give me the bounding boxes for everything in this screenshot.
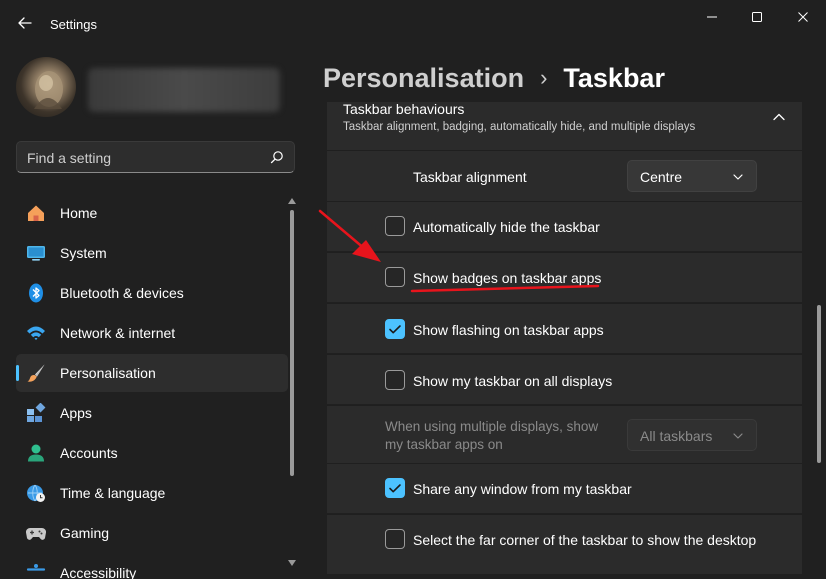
globe-clock-icon [27, 484, 45, 502]
section-title: Taskbar behaviours [343, 102, 465, 117]
setting-row-flashing[interactable]: Show flashing on taskbar apps [327, 303, 802, 353]
wifi-icon [27, 326, 45, 340]
sidebar-item-time-language[interactable]: Time & language [16, 474, 288, 512]
scroll-down-icon[interactable] [288, 560, 296, 566]
auto-hide-checkbox[interactable] [385, 216, 405, 236]
arrow-left-icon [18, 17, 32, 29]
alignment-value: Centre [640, 169, 683, 185]
back-button[interactable] [12, 10, 38, 36]
account-name-redacted [88, 68, 280, 112]
setting-row-alignment: Taskbar alignment Centre [327, 150, 802, 201]
section-header[interactable]: Taskbar behaviours Taskbar alignment, ba… [327, 102, 802, 152]
sidebar-item-label: Network & internet [60, 325, 176, 341]
sidebar-item-label: Bluetooth & devices [60, 285, 184, 301]
setting-row-share-window[interactable]: Share any window from my taskbar [327, 463, 802, 513]
setting-row-auto-hide[interactable]: Automatically hide the taskbar [327, 201, 802, 251]
bluetooth-icon [29, 283, 43, 303]
settings-panel: Taskbar behaviours Taskbar alignment, ba… [327, 102, 802, 579]
main-scrollbar[interactable] [815, 100, 823, 570]
page-title: Taskbar [563, 62, 665, 93]
sidebar-item-accounts[interactable]: Accounts [16, 434, 288, 472]
sidebar-scrollbar[interactable] [288, 196, 298, 568]
title-bar: Settings [0, 0, 826, 48]
minimize-icon [707, 16, 717, 18]
chevron-up-icon[interactable] [772, 110, 786, 124]
search-icon [270, 151, 283, 164]
breadcrumb: Personalisation › Taskbar [323, 58, 665, 98]
sidebar-scroll-thumb[interactable] [290, 210, 294, 476]
chevron-down-icon [733, 174, 743, 180]
far-corner-checkbox[interactable] [385, 529, 405, 549]
apps-icon [27, 403, 46, 422]
sidebar-item-personalisation[interactable]: Personalisation [16, 354, 288, 392]
flashing-checkbox[interactable] [385, 319, 405, 339]
far-corner-label: Select the far corner of the taskbar to … [413, 532, 757, 548]
multi-display-label-line1: When using multiple displays, show [385, 419, 599, 434]
sidebar-item-label: Gaming [60, 525, 110, 541]
multi-display-label-line2: my taskbar apps on [385, 437, 503, 452]
badges-label: Show badges on taskbar apps [413, 270, 602, 286]
share-window-checkbox[interactable] [385, 478, 405, 498]
checkmark-icon [389, 325, 401, 334]
all-displays-label: Show my taskbar on all displays [413, 373, 613, 389]
brush-icon [27, 364, 45, 382]
breadcrumb-parent[interactable]: Personalisation [323, 63, 524, 94]
badges-checkbox[interactable] [385, 267, 405, 287]
sidebar-item-label: Time & language [60, 485, 166, 501]
sidebar-nav: Home System Bluetooth & devices Network … [16, 194, 288, 579]
sidebar-item-label: Personalisation [60, 365, 156, 381]
maximize-button[interactable] [739, 6, 775, 28]
account-icon [28, 444, 44, 462]
close-button[interactable] [785, 6, 821, 28]
flashing-label: Show flashing on taskbar apps [413, 322, 604, 338]
sidebar-item-label: Home [60, 205, 98, 221]
gamepad-icon [26, 527, 46, 540]
accessibility-icon [26, 564, 46, 571]
checkmark-icon [389, 484, 401, 493]
setting-row-all-displays[interactable]: Show my taskbar on all displays [327, 354, 802, 404]
alignment-label: Taskbar alignment [413, 169, 527, 185]
chevron-down-icon [733, 433, 743, 439]
sidebar-item-home[interactable]: Home [16, 194, 288, 232]
auto-hide-label: Automatically hide the taskbar [413, 219, 600, 235]
close-icon [798, 12, 808, 22]
setting-row-far-corner[interactable]: Select the far corner of the taskbar to … [327, 514, 802, 574]
sidebar-item-label: Apps [60, 405, 92, 421]
breadcrumb-separator: › [540, 65, 548, 90]
scroll-up-icon[interactable] [288, 198, 296, 204]
alignment-dropdown[interactable]: Centre [627, 160, 757, 192]
window-title: Settings [50, 17, 97, 32]
share-window-label: Share any window from my taskbar [413, 481, 632, 497]
sidebar-item-bluetooth[interactable]: Bluetooth & devices [16, 274, 288, 312]
maximize-icon [752, 12, 762, 22]
sidebar-item-label: Accounts [60, 445, 118, 461]
all-displays-checkbox[interactable] [385, 370, 405, 390]
multi-display-dropdown[interactable]: All taskbars [627, 419, 757, 451]
home-icon [28, 205, 44, 221]
avatar-image [34, 71, 63, 109]
section-subtitle: Taskbar alignment, badging, automaticall… [343, 121, 696, 133]
sidebar-item-network[interactable]: Network & internet [16, 314, 288, 352]
search-input[interactable]: Find a setting [27, 150, 111, 166]
system-icon [27, 246, 45, 261]
sidebar-item-accessibility[interactable]: Accessibility [16, 554, 288, 579]
multi-display-value: All taskbars [640, 428, 713, 444]
sidebar-item-system[interactable]: System [16, 234, 288, 272]
avatar [16, 57, 76, 117]
sidebar-item-apps[interactable]: Apps [16, 394, 288, 432]
sidebar-item-label: Accessibility [60, 565, 137, 579]
sidebar-item-gaming[interactable]: Gaming [16, 514, 288, 552]
main-scroll-thumb[interactable] [817, 305, 821, 463]
sidebar-item-label: System [60, 245, 107, 261]
minimize-button[interactable] [694, 6, 730, 28]
setting-row-multi-display: When using multiple displays, show my ta… [327, 405, 802, 463]
setting-row-badges[interactable]: Show badges on taskbar apps [327, 252, 802, 302]
search-box[interactable]: Find a setting [16, 141, 295, 173]
